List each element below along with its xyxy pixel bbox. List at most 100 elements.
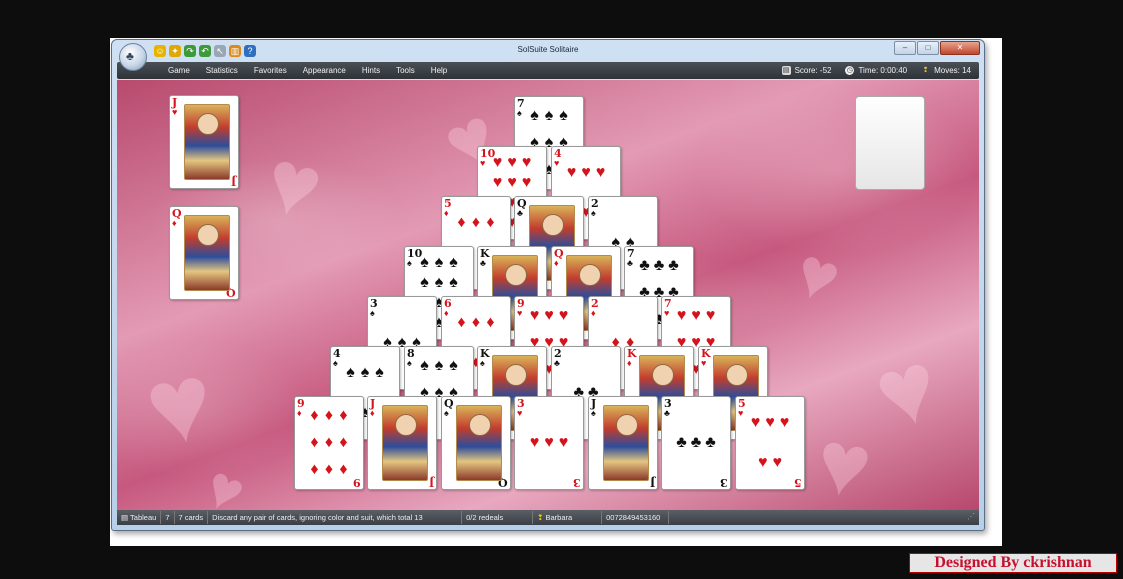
status-player: ❢ Barbara [533, 511, 603, 524]
status-hint: Discard any pair of cards, ignoring colo… [208, 511, 463, 524]
smiley-icon[interactable]: ☺ [154, 45, 166, 57]
status-count: 7 [161, 511, 175, 524]
scorecard-icon: ▤ [781, 66, 791, 75]
score-display: ▤ Score: -52 [781, 66, 831, 75]
menu-appearance[interactable]: Appearance [295, 66, 354, 75]
pyramid-card[interactable]: J ♦ J [367, 396, 437, 490]
suit-pip-icon: ♥ [691, 307, 701, 325]
close-button[interactable]: ✕ [940, 41, 980, 55]
pyramid-card[interactable]: 3 ♣ 3 ♣ ♣ ♣ [661, 396, 731, 490]
menu-favorites[interactable]: Favorites [246, 66, 295, 75]
time-display: ◷ Time: 0:00:40 [845, 66, 907, 75]
suit-pip-icon: ♦ [324, 460, 334, 478]
title-bar[interactable]: SolSuite Solitaire ☺ ✦ ↷ ↶ ↖ ▥? – □ ✕ [112, 40, 984, 62]
background-heart: ♥ [194, 451, 256, 510]
moves-text: Moves: 14 [934, 66, 971, 75]
waste-card[interactable]: Q ♦ Q [169, 206, 239, 300]
card-suit-icon: ♥ [701, 358, 707, 368]
suit-pip-icon: ♥ [521, 174, 532, 191]
suit-pip-icon: ♠ [434, 274, 444, 291]
resize-grip-icon[interactable]: ⋰ [967, 512, 977, 522]
card-suit-icon: ♣ [480, 258, 486, 268]
bulb-icon[interactable]: ✦ [169, 45, 181, 57]
card-pips: ♥ ♥ ♥ ♥ ♥ [748, 403, 792, 483]
card-suit-icon: ♦ [297, 408, 302, 418]
maximize-button[interactable]: □ [917, 41, 939, 55]
card-suit-icon: ♣ [627, 258, 633, 268]
suit-pip-icon: ♥ [558, 434, 569, 451]
suit-pip-icon: ♦ [310, 460, 319, 478]
suit-pip-icon: ♦ [339, 433, 348, 451]
status-game-type: ▤ Tableau [117, 511, 162, 524]
suit-pip-icon: ♥ [492, 154, 503, 171]
menu-help[interactable]: Help [423, 66, 455, 75]
pointer-icon[interactable]: ↖ [214, 45, 226, 57]
suit-pip-icon: ♠ [375, 364, 384, 381]
suit-pip-icon: ♠ [449, 254, 458, 271]
status-game-label: Tableau [130, 513, 157, 522]
card-rank-bottom: J [649, 476, 655, 489]
card-rank-bottom: 5 [794, 476, 802, 489]
suit-pip-icon: ♦ [457, 214, 466, 231]
suit-pip-icon: ♥ [492, 174, 503, 191]
background-heart: ♥ [808, 411, 879, 510]
pyramid-card[interactable]: 5 ♥ 5 ♥ ♥ ♥ ♥ ♥ [735, 396, 805, 490]
card-suit-icon: ♦ [172, 218, 177, 228]
screenshot-frame: SolSuite Solitaire ☺ ✦ ↷ ↶ ↖ ▥? – □ ✕ ♣ Game S… [110, 38, 1002, 546]
card-suit-icon: ♦ [627, 358, 632, 368]
minimize-button[interactable]: – [894, 41, 916, 55]
suit-pip-icon: ♦ [486, 314, 495, 331]
suit-pip-icon: ♣ [653, 257, 665, 275]
card-pips: ♥ ♥ ♥ [527, 403, 571, 483]
pyramid-card[interactable]: J ♠ J [588, 396, 658, 490]
redo-icon[interactable]: ↷ [184, 45, 196, 57]
suit-pip-icon: ♣ [705, 434, 716, 451]
credit-caption: Designed By ckrishnan [909, 553, 1117, 573]
window-controls: – □ ✕ [894, 41, 980, 55]
suit-pip-icon: ♥ [529, 307, 540, 325]
menu-statistics[interactable]: Statistics [198, 66, 246, 75]
app-menu-orb[interactable]: ♣ [119, 43, 147, 71]
suit-pip-icon: ♣ [639, 257, 650, 275]
suit-pip-icon: ♠ [346, 364, 355, 381]
undo-icon[interactable]: ↶ [199, 45, 211, 57]
card-pips: ♦ ♦ ♦ ♦ ♦ ♦ ♦ ♦ ♦ [307, 403, 351, 483]
card-rank-bottom: 3 [720, 476, 728, 489]
suit-pip-icon: ♣ [676, 434, 687, 451]
pyramid-card[interactable]: 9 ♦ 9 ♦ ♦ ♦ ♦ ♦ ♦ ♦ ♦ ♦ [294, 396, 364, 490]
tableau-icon: ▤ [121, 513, 131, 522]
suit-pip-icon: ♥ [772, 454, 783, 471]
suit-pip-icon: ♦ [310, 433, 319, 451]
help-icon[interactable]: ? [244, 45, 256, 57]
suit-pip-icon: ♦ [310, 407, 319, 425]
menu-game[interactable]: Game [160, 66, 198, 75]
menu-hints[interactable]: Hints [354, 66, 388, 75]
suit-pip-icon: ♣ [690, 434, 702, 451]
card-suit-icon: ♦ [444, 308, 449, 318]
suit-pip-icon: ♦ [486, 214, 495, 231]
card-rank-bottom: 3 [573, 476, 581, 489]
menu-tools[interactable]: Tools [388, 66, 423, 75]
card-suit-icon: ♠ [370, 308, 375, 318]
game-table[interactable]: ♥ ♥ ♥ ♥ ♥ ♥ ♥ ♥ J♥JQ♦Q7♠7♠♠♠♠♠♠♠10♥10♥♥♥… [117, 80, 979, 510]
suit-pip-icon: ♠ [420, 254, 429, 271]
game-stats: ▤ Score: -52 ◷ Time: 0:00:40 ❢ Moves: 14 [781, 62, 971, 79]
stock-pile[interactable] [855, 96, 925, 190]
pyramid-card[interactable]: Q ♠ Q [441, 396, 511, 490]
footsteps-icon: ❢ [922, 67, 929, 74]
waste-card[interactable]: J ♥ J [169, 95, 239, 189]
bar-chart-icon[interactable]: ▥ [229, 45, 241, 57]
main-menu: Game Statistics Favorites Appearance Hints To… [160, 62, 455, 79]
suit-pip-icon: ♥ [544, 307, 554, 325]
pyramid-card[interactable]: 3 ♥ 3 ♥ ♥ ♥ [514, 396, 584, 490]
moves-display: ❢ Moves: 14 [921, 66, 971, 75]
card-suit-icon: ♦ [554, 258, 559, 268]
card-suit-icon: ♠ [444, 408, 449, 418]
court-portrait-icon [456, 405, 502, 481]
card-suit-icon: ♦ [444, 208, 449, 218]
suit-pip-icon: ♠ [360, 364, 370, 381]
court-portrait-icon [184, 104, 230, 180]
background-heart: ♥ [254, 129, 333, 241]
card-suit-icon: ♣ [554, 358, 560, 368]
suit-pip-icon: ♦ [457, 314, 466, 331]
